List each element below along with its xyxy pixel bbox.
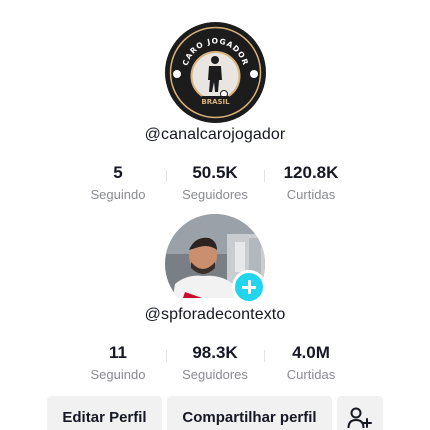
stat-value: 98.3K <box>192 343 238 362</box>
add-friend-icon <box>347 407 372 429</box>
add-friend-button[interactable] <box>337 396 383 430</box>
stat-value: 120.8K <box>283 163 339 182</box>
stat-following[interactable]: 5 Seguindo <box>63 162 173 203</box>
stat-value: 5 <box>113 163 123 182</box>
profile-1-stats: 5 Seguindo 50.5K Seguidores 120.8K Curti… <box>0 162 430 210</box>
stat-following[interactable]: 11 Seguindo <box>63 342 173 383</box>
username-spforadecontexto: @spforadecontexto <box>144 306 286 323</box>
logo-bottom-text: BRASIL <box>201 98 230 106</box>
share-profile-button[interactable]: Compartilhar perfil <box>167 396 332 430</box>
profile-screen: CARO JOGADOR BRASIL @canalcarojogador 5 … <box>0 0 430 430</box>
stat-value: 4.0M <box>292 343 330 362</box>
profile-avatar-photo[interactable] <box>165 214 266 304</box>
stat-likes[interactable]: 120.8K Curtidas <box>256 162 366 203</box>
stat-label: Seguindo <box>90 187 146 202</box>
stat-label: Seguindo <box>90 367 146 382</box>
stat-label: Curtidas <box>286 187 336 202</box>
stat-followers[interactable]: 98.3K Seguidores <box>160 342 270 383</box>
add-story-plus-icon[interactable] <box>232 270 266 304</box>
stat-likes[interactable]: 4.0M Curtidas <box>256 342 366 383</box>
stat-label: Seguidores <box>182 187 248 202</box>
edit-profile-button[interactable]: Editar Perfil <box>47 396 162 430</box>
stat-value: 11 <box>109 343 127 362</box>
stat-label: Seguidores <box>182 367 248 382</box>
username-canalcarojogador: @canalcarojogador <box>144 126 286 143</box>
stat-followers[interactable]: 50.5K Seguidores <box>160 162 270 203</box>
stat-value: 50.5K <box>192 163 238 182</box>
profile-avatar-logo[interactable]: CARO JOGADOR BRASIL <box>165 22 266 123</box>
stat-label: Curtidas <box>286 367 336 382</box>
profile-2-stats: 11 Seguindo 98.3K Seguidores 4.0M Curtid… <box>0 342 430 390</box>
